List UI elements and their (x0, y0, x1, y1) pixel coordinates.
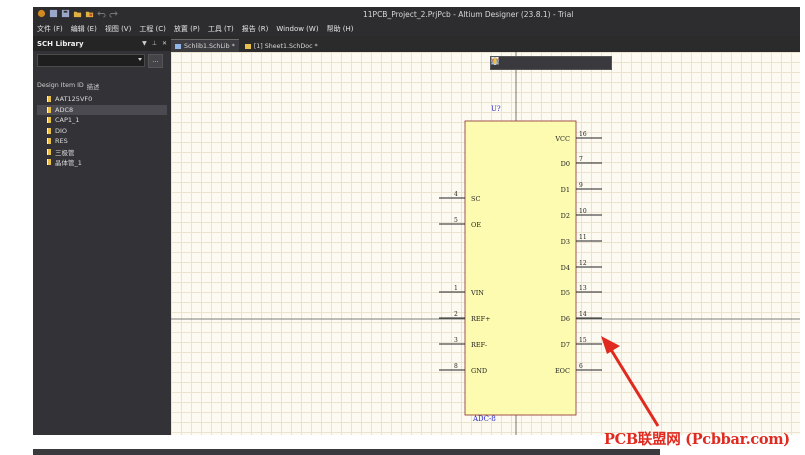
annotation-overlay (601, 336, 660, 427)
watermark-text: PCB联盟网 (Pcbbar.com) (604, 431, 790, 448)
annotation-arrow-head (601, 336, 620, 354)
annotation-arrow-shaft (608, 347, 660, 427)
